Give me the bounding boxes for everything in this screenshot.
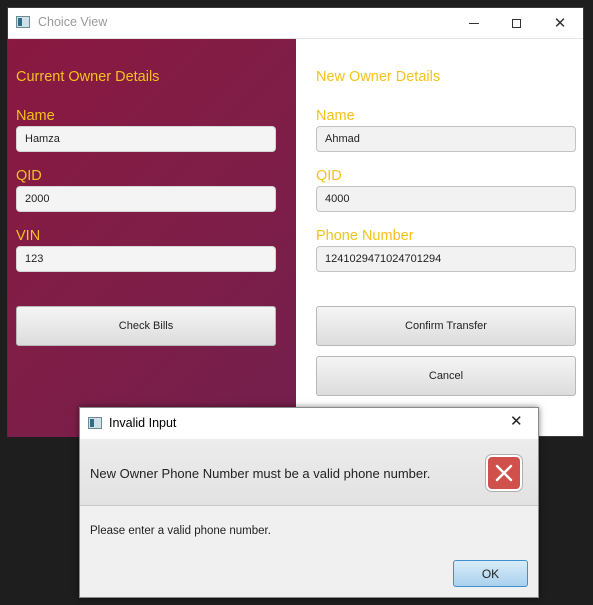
- invalid-input-dialog: Invalid Input ✕ New Owner Phone Number m…: [79, 407, 539, 598]
- dialog-header: New Owner Phone Number must be a valid p…: [80, 439, 538, 506]
- choice-view-window: Choice View ✕ Current Owner Details Name…: [7, 7, 584, 437]
- current-name-label: Name: [16, 108, 55, 124]
- maximize-button[interactable]: [496, 8, 536, 38]
- cancel-button[interactable]: Cancel: [316, 356, 576, 396]
- current-qid-field[interactable]: 2000: [16, 186, 276, 212]
- app-icon: [16, 16, 30, 28]
- dialog-content-text: Please enter a valid phone number.: [90, 525, 271, 537]
- current-name-field[interactable]: Hamza: [16, 126, 276, 152]
- window-titlebar: Choice View ✕: [8, 8, 583, 39]
- new-qid-label: QID: [316, 168, 342, 184]
- maximize-icon: [511, 18, 521, 28]
- current-qid-label: QID: [16, 168, 42, 184]
- confirm-transfer-button[interactable]: Confirm Transfer: [316, 306, 576, 346]
- minimize-button[interactable]: [454, 8, 494, 38]
- minimize-icon: [469, 22, 479, 24]
- dialog-close-icon[interactable]: ✕: [510, 412, 523, 430]
- phone-number-field[interactable]: 1241029471024701294: [316, 246, 576, 272]
- new-name-label: Name: [316, 108, 355, 124]
- dialog-header-message: New Owner Phone Number must be a valid p…: [90, 466, 431, 481]
- new-name-field[interactable]: Ahmad: [316, 126, 576, 152]
- new-owner-heading: New Owner Details: [316, 69, 441, 85]
- error-x-icon: [495, 464, 513, 482]
- close-icon: ✕: [553, 14, 567, 32]
- error-icon: [486, 455, 522, 491]
- ok-button[interactable]: OK: [453, 560, 528, 587]
- vin-label: VIN: [16, 228, 41, 244]
- current-owner-pane: Current Owner Details Name Hamza QID 200…: [8, 39, 296, 437]
- new-qid-field[interactable]: 4000: [316, 186, 576, 212]
- current-owner-heading: Current Owner Details: [16, 69, 160, 85]
- window-title: Choice View: [38, 15, 108, 29]
- dialog-title: Invalid Input: [109, 416, 177, 430]
- dialog-titlebar: Invalid Input ✕: [80, 408, 538, 439]
- phone-number-label: Phone Number: [316, 228, 414, 244]
- vin-field[interactable]: 123: [16, 246, 276, 272]
- close-button[interactable]: ✕: [540, 8, 580, 38]
- check-bills-button[interactable]: Check Bills: [16, 306, 276, 346]
- dialog-app-icon: [88, 417, 102, 429]
